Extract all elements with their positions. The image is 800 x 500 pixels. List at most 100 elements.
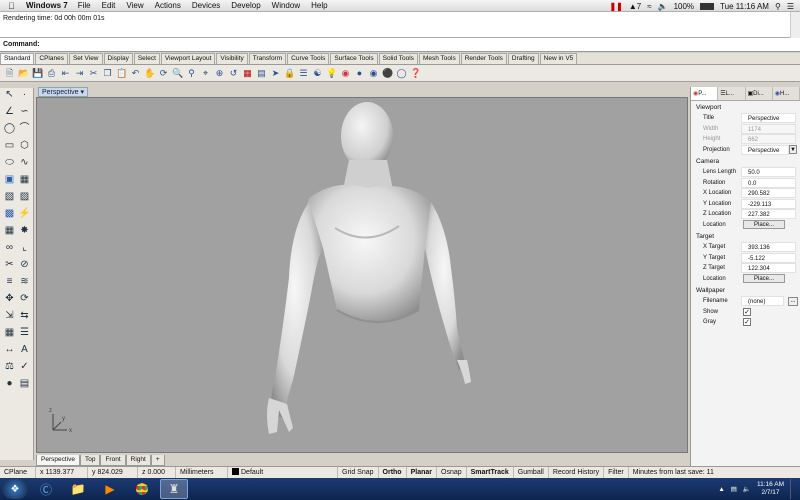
tab-drafting[interactable]: Drafting — [507, 53, 539, 64]
view-tab-perspective[interactable]: Perspective — [36, 455, 80, 466]
ortho-toggle[interactable]: Ortho — [379, 466, 407, 479]
zoom-extents-icon[interactable]: ⌖ — [200, 68, 211, 79]
new-icon[interactable]: 🗎 — [4, 68, 15, 79]
tab-help-panel[interactable]: ◉H... — [773, 87, 800, 100]
clock[interactable]: Tue 11:16 AM — [720, 2, 769, 11]
z-target-field[interactable]: 122.304 — [741, 263, 796, 274]
search-icon[interactable]: ⚲ — [775, 2, 781, 11]
tab-transform[interactable]: Transform — [248, 53, 287, 64]
help-icon[interactable]: ❓ — [410, 68, 421, 79]
add-view-tab[interactable]: + — [150, 455, 165, 466]
title-field[interactable]: Perspective — [741, 113, 796, 124]
units[interactable]: Millimeters — [176, 466, 228, 479]
z-location-field[interactable]: 227.382 — [741, 209, 796, 220]
boolean-icon[interactable]: ⚡ — [18, 207, 31, 220]
pan-icon[interactable]: ✋ — [144, 68, 155, 79]
render-icon[interactable]: ◉ — [368, 68, 379, 79]
current-layer[interactable]: Default — [228, 466, 338, 479]
shaded-icon[interactable]: ● — [354, 68, 365, 79]
show-desktop-button[interactable] — [790, 479, 796, 499]
osnap-toggle[interactable]: Osnap — [437, 466, 467, 479]
tab-render-tools[interactable]: Render Tools — [460, 53, 507, 64]
x-target-field[interactable]: 393.136 — [741, 242, 796, 253]
extrude-icon[interactable]: ▦ — [18, 173, 31, 186]
taskbar-rhino[interactable]: ♜ — [160, 479, 188, 499]
planar-toggle[interactable]: Planar — [407, 466, 437, 479]
taskbar-clock[interactable]: 11:16 AM 2/7/17 — [757, 481, 784, 497]
dropdown-icon[interactable]: ▾ — [81, 89, 85, 96]
cplane-icon[interactable]: ▤ — [256, 68, 267, 79]
camera-place-button[interactable]: Place... — [743, 220, 785, 230]
record-history-toggle[interactable]: Record History — [549, 466, 605, 479]
open-icon[interactable]: 📂 — [18, 68, 29, 79]
y-location-field[interactable]: -229.113 — [741, 198, 796, 209]
menu-edit[interactable]: Edit — [102, 1, 116, 10]
menu-file[interactable]: File — [78, 1, 91, 10]
rectangle-icon[interactable]: ▭ — [3, 139, 16, 152]
polygon-icon[interactable]: ⬡ — [18, 139, 31, 152]
browse-button[interactable]: ... — [788, 296, 798, 306]
tab-curve-tools[interactable]: Curve Tools — [287, 53, 330, 64]
taskbar-chrome[interactable] — [128, 479, 156, 499]
four-view-icon[interactable]: ▦ — [242, 68, 253, 79]
rotation-field[interactable]: 0.0 — [741, 177, 796, 188]
freeform-icon[interactable]: ∿ — [18, 156, 31, 169]
command-line[interactable]: Command: — [0, 38, 800, 52]
rotate-icon[interactable]: ⟳ — [18, 292, 31, 305]
mesh-icon[interactable]: ▦ — [3, 224, 16, 237]
mirror-icon[interactable]: ⇆ — [18, 309, 31, 322]
tab-mesh-tools[interactable]: Mesh Tools — [418, 53, 460, 64]
view-tab-top[interactable]: Top — [79, 455, 101, 466]
cplane-label[interactable]: CPlane — [0, 466, 36, 479]
menu-devices[interactable]: Devices — [192, 1, 220, 10]
network-icon[interactable]: ▤ — [731, 485, 737, 493]
offset-icon[interactable]: ≡ — [3, 275, 16, 288]
rotate-view-icon[interactable]: ⟳ — [158, 68, 169, 79]
select-arrow-icon[interactable]: ↖ — [3, 88, 16, 101]
menu-window[interactable]: Window — [272, 1, 300, 10]
rendered-view-icon[interactable]: ⚫ — [382, 68, 393, 79]
start-button[interactable]: ❖ — [2, 479, 28, 499]
menu-help[interactable]: Help — [311, 1, 327, 10]
menu-develop[interactable]: Develop — [231, 1, 260, 10]
menu-list-icon[interactable]: ☰ — [787, 2, 794, 11]
loft-icon[interactable]: ▨ — [18, 190, 31, 203]
filename-field[interactable]: (none) — [741, 296, 784, 307]
tab-set-view[interactable]: Set View — [68, 53, 103, 64]
target-place-button[interactable]: Place... — [743, 274, 785, 284]
material-icon[interactable]: ◉ — [340, 68, 351, 79]
taskbar-explorer[interactable]: 📁 — [64, 479, 92, 499]
paste-icon[interactable]: 📋 — [116, 68, 127, 79]
volume-icon[interactable]: 🔈 — [658, 2, 668, 11]
text-icon[interactable]: A — [18, 343, 31, 356]
box-icon[interactable]: ▣ — [3, 173, 16, 186]
tab-display-panel[interactable]: ▣Di... — [746, 87, 773, 100]
rebuild-icon[interactable]: ≋ — [18, 275, 31, 288]
tab-surface-tools[interactable]: Surface Tools — [330, 53, 378, 64]
move-icon[interactable]: ✥ — [3, 292, 16, 305]
dimension-icon[interactable]: ↔ — [3, 343, 16, 356]
tab-viewport-layout[interactable]: Viewport Layout — [160, 53, 216, 64]
layer-icon[interactable]: ☰ — [298, 68, 309, 79]
show-checkbox[interactable]: ✓ — [743, 307, 751, 316]
trim-icon[interactable]: ✂ — [3, 258, 16, 271]
zoom-window-icon[interactable]: ⚲ — [186, 68, 197, 79]
polyline-icon[interactable]: ∠ — [3, 105, 16, 118]
tab-select[interactable]: Select — [133, 53, 160, 64]
smarttrack-toggle[interactable]: SmartTrack — [467, 466, 514, 479]
tab-solid-tools[interactable]: Solid Tools — [378, 53, 418, 64]
light-icon[interactable]: 💡 — [326, 68, 337, 79]
gray-checkbox[interactable]: ✓ — [743, 318, 751, 327]
tray-volume-icon[interactable]: 🔈 — [743, 485, 751, 493]
tab-layers[interactable]: ☰L... — [718, 87, 746, 100]
render-tool-icon[interactable]: ● — [3, 377, 16, 390]
undo-view-icon[interactable]: ↺ — [228, 68, 239, 79]
tray-arrow-icon[interactable]: ▲ — [718, 486, 724, 493]
arc-icon[interactable]: ⌒ — [18, 122, 31, 135]
battery-icon[interactable] — [700, 2, 715, 10]
taskbar-media-player[interactable]: ▶ — [96, 479, 124, 499]
history-scrollbar[interactable] — [790, 12, 800, 38]
app-badge-icon[interactable]: ▲7 — [629, 2, 641, 11]
cut-icon[interactable]: ✂ — [88, 68, 99, 79]
join-icon[interactable]: ∞ — [3, 241, 16, 254]
